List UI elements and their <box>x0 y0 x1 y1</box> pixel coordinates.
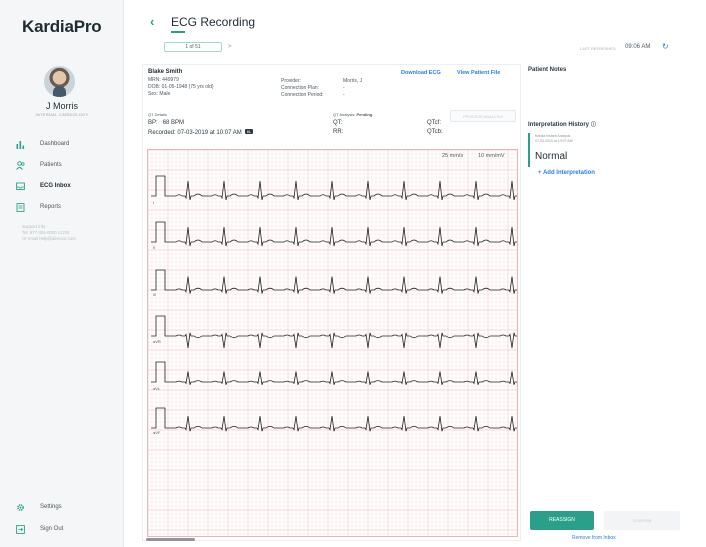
app-logo: KardiaPro <box>22 17 102 36</box>
ecg-trace-avl <box>151 361 532 385</box>
sidebar-item-dashboard[interactable]: Dashboard <box>16 137 69 151</box>
horizontal-scrollbar[interactable] <box>146 538 195 541</box>
sidebar-item-label: Dashboard <box>40 141 70 147</box>
interpretation-result: Normal <box>535 151 568 162</box>
lead-label: I <box>153 200 155 205</box>
remove-from-inbox-link[interactable]: Remove from Inbox <box>572 535 616 541</box>
interpretation-history-title: Interpretation History ⓘ <box>528 121 597 128</box>
patient-sex: Sex: Male <box>148 91 171 97</box>
last-refresh-time: 09:06 AM <box>625 44 651 50</box>
interpretation-source: Kardia Instant Analysis 07-03-2019 at 10… <box>535 134 573 143</box>
provider-label: Provider: <box>281 78 302 84</box>
patient-dob: DOB: 01-05-1948 (75 yrs old) <box>148 84 214 90</box>
lead-label: II <box>153 245 156 250</box>
lead-label: aVL <box>153 386 161 391</box>
qt-label: QT: <box>333 120 343 126</box>
connection-period-value: - <box>343 92 345 98</box>
qt-details-label: QT Details <box>148 112 167 117</box>
rr-label: RR: <box>333 129 344 135</box>
reports-icon <box>16 202 25 212</box>
patient-name: Blake Smith <box>148 69 183 75</box>
ecg-gain: 10 mm/mV <box>478 153 505 159</box>
user-role: INTERNAL CARDIOLOGY <box>35 112 89 117</box>
bpm-value: BP: 68 BPM <box>148 120 185 126</box>
add-interpretation-button[interactable]: + Add Interpretation <box>538 170 595 176</box>
main-content: ‹ ECG Recording 1 of 51 > LAST REFRESHED… <box>124 0 706 547</box>
sidebar-item-label: Reports <box>40 204 62 210</box>
interpretation-card-accent <box>528 133 530 167</box>
sidebar-item-label: Sign Out <box>40 526 64 532</box>
download-ecg-link[interactable]: Download ECG <box>401 70 441 76</box>
lead-label: III <box>153 292 157 297</box>
six-lead-icon: 6L <box>244 129 254 134</box>
bar-chart-icon <box>16 140 25 149</box>
sidebar-item-label: Patients <box>40 162 62 168</box>
process-analysis-button[interactable]: PROCESS ANALYSIS <box>450 110 516 122</box>
ecg-trace-i <box>151 175 532 201</box>
avatar[interactable] <box>44 66 75 97</box>
ecg-speed: 25 mm/s <box>442 153 464 159</box>
qt-analysis-label: QT Analysis: Pending <box>333 112 373 117</box>
patient-mrn: MRN: 449979 <box>148 77 179 83</box>
connection-plan-value: - <box>343 85 345 91</box>
users-icon <box>16 160 25 170</box>
sign-out-icon <box>16 524 25 534</box>
info-icon[interactable]: ⓘ <box>591 121 596 128</box>
recorded-value: Recorded: 07-03-2019 at 10:07 AM 6L <box>148 129 254 136</box>
provider-value: Morris, J <box>343 78 363 84</box>
sidebar-item-label: ECG Inbox <box>40 183 71 189</box>
pager-next-button[interactable]: > <box>228 42 232 52</box>
ecg-panel: Blake Smith MRN: 449979 DOB: 01-05-1948 … <box>142 64 532 541</box>
sidebar: KardiaPro J Morris INTERNAL CARDIOLOGY D… <box>0 0 124 547</box>
patient-notes-title: Patient Notes <box>528 67 567 73</box>
sidebar-item-label: Settings <box>40 504 62 510</box>
inbox-icon <box>16 182 25 191</box>
sidebar-item-reports[interactable]: Reports <box>16 200 61 214</box>
lead-label: aVR <box>153 339 161 344</box>
view-patient-file-link[interactable]: View Patient File <box>457 70 500 76</box>
ecg-strip: 25 mm/s 10 mm/mV I II III aVR aVL aVF <box>147 149 532 537</box>
support-info: Support info Tel: 877-301-0000 x1234 Or … <box>22 224 76 241</box>
refresh-icon[interactable]: ↻ <box>662 42 669 51</box>
qtcb-label: QTcb: <box>427 129 443 135</box>
lead-label: aVF <box>153 430 161 435</box>
connection-period-label: Connection Period: <box>281 92 324 98</box>
sidebar-item-settings[interactable]: Settings <box>16 500 62 514</box>
reassign-button[interactable]: REASSIGN <box>530 511 594 530</box>
title-underline <box>171 31 185 33</box>
back-chevron-icon[interactable]: ‹ <box>150 14 154 29</box>
page-title: ECG Recording <box>171 15 256 29</box>
connection-plan-label: Connection Plan: <box>281 85 320 91</box>
user-name: J Morris <box>46 101 78 111</box>
ecg-trace-avr <box>151 315 532 349</box>
confirm-button[interactable]: CONFIRM <box>604 511 680 530</box>
sidebar-item-ecg-inbox[interactable]: ECG Inbox <box>16 179 71 193</box>
recording-pager[interactable]: 1 of 51 <box>164 42 222 52</box>
qtcf-label: QTcf: <box>427 120 442 126</box>
gear-icon <box>16 503 25 512</box>
sidebar-item-patients[interactable]: Patients <box>16 158 62 172</box>
last-refresh-label: LAST REFRESHED <box>580 46 616 51</box>
ecg-grid <box>147 149 532 536</box>
ecg-trace-avf <box>151 407 532 432</box>
sidebar-item-sign-out[interactable]: Sign Out <box>16 522 63 536</box>
